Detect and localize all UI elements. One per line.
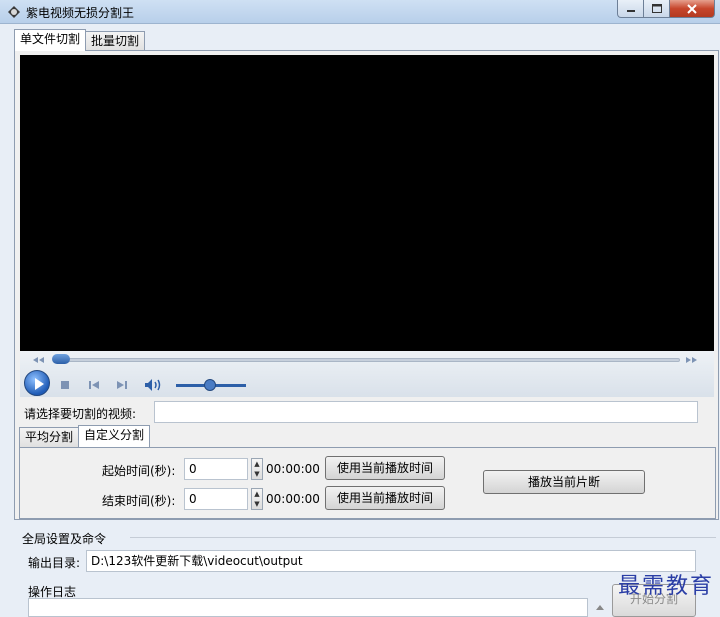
maximize-icon (651, 4, 662, 13)
use-current-time-start-button[interactable]: 使用当前播放时间 (325, 456, 445, 480)
start-time-stepper[interactable]: ▲ ▼ (251, 458, 263, 480)
minimize-button[interactable] (617, 0, 644, 18)
video-select-row: 请选择要切割的视频: (15, 401, 720, 423)
app-logo-icon (8, 6, 20, 18)
output-dir-label: 输出目录: (28, 556, 81, 570)
volume-thumb[interactable] (204, 379, 216, 391)
close-button[interactable] (670, 0, 715, 18)
single-file-panel: 请选择要切割的视频: 平均分割 自定义分割 起始时间(秒): 0 ▲ ▼ 00:0… (14, 50, 719, 520)
tab-custom-split[interactable]: 自定义分割 (78, 425, 151, 447)
seek-thumb[interactable] (52, 354, 70, 364)
output-dir-field[interactable]: D:\123软件更新下载\videocut\output (86, 550, 696, 572)
end-time-label: 结束时间(秒): (102, 494, 176, 508)
watermark-text: 最需教育 (617, 574, 714, 599)
main-frame: 单文件切割 批量切割 请选择要切割的视频: 平均分割 自定义分割 起始时间(秒)… (0, 24, 720, 617)
start-time-display: 00:00:00 (266, 462, 320, 476)
video-path-field[interactable] (154, 401, 698, 423)
tab-average-split[interactable]: 平均分割 (19, 427, 80, 447)
group-divider (130, 537, 716, 538)
close-icon (687, 3, 697, 14)
previous-icon[interactable] (88, 380, 100, 390)
title-bar: 紫电视频无损分割王 (0, 0, 720, 24)
split-tab-strip: 平均分割 自定义分割 (19, 425, 151, 447)
play-icon (35, 378, 44, 390)
end-time-stepper[interactable]: ▲ ▼ (251, 488, 263, 510)
use-current-time-end-button[interactable]: 使用当前播放时间 (325, 486, 445, 510)
video-display (20, 55, 714, 351)
play-segment-button[interactable]: 播放当前片断 (483, 470, 645, 494)
select-video-label: 请选择要切割的视频: (24, 407, 137, 421)
seek-bar[interactable] (54, 358, 680, 362)
minimize-icon (626, 9, 635, 12)
start-time-label: 起始时间(秒): (102, 464, 176, 478)
player-controls (20, 351, 714, 397)
main-tab-strip: 单文件切割 批量切割 (14, 29, 146, 51)
maximize-button[interactable] (644, 0, 670, 18)
next-icon[interactable] (116, 380, 128, 390)
end-time-display: 00:00:00 (266, 492, 320, 506)
window-title: 紫电视频无损分割王 (26, 6, 135, 20)
log-area[interactable] (28, 598, 588, 617)
stop-icon[interactable] (60, 380, 70, 390)
tab-single-file[interactable]: 单文件切割 (14, 29, 87, 51)
volume-icon[interactable] (144, 378, 162, 392)
rewind-icon[interactable] (32, 356, 46, 364)
global-settings-title: 全局设置及命令 (22, 532, 107, 546)
scroll-up-icon[interactable] (594, 602, 606, 612)
custom-split-panel: 起始时间(秒): 0 ▲ ▼ 00:00:00 使用当前播放时间 结束时间(秒):… (19, 447, 716, 519)
fast-forward-icon[interactable] (684, 356, 698, 364)
end-time-input[interactable]: 0 (184, 488, 248, 510)
start-time-input[interactable]: 0 (184, 458, 248, 480)
tab-batch[interactable]: 批量切割 (85, 31, 146, 51)
play-button[interactable] (24, 370, 50, 396)
